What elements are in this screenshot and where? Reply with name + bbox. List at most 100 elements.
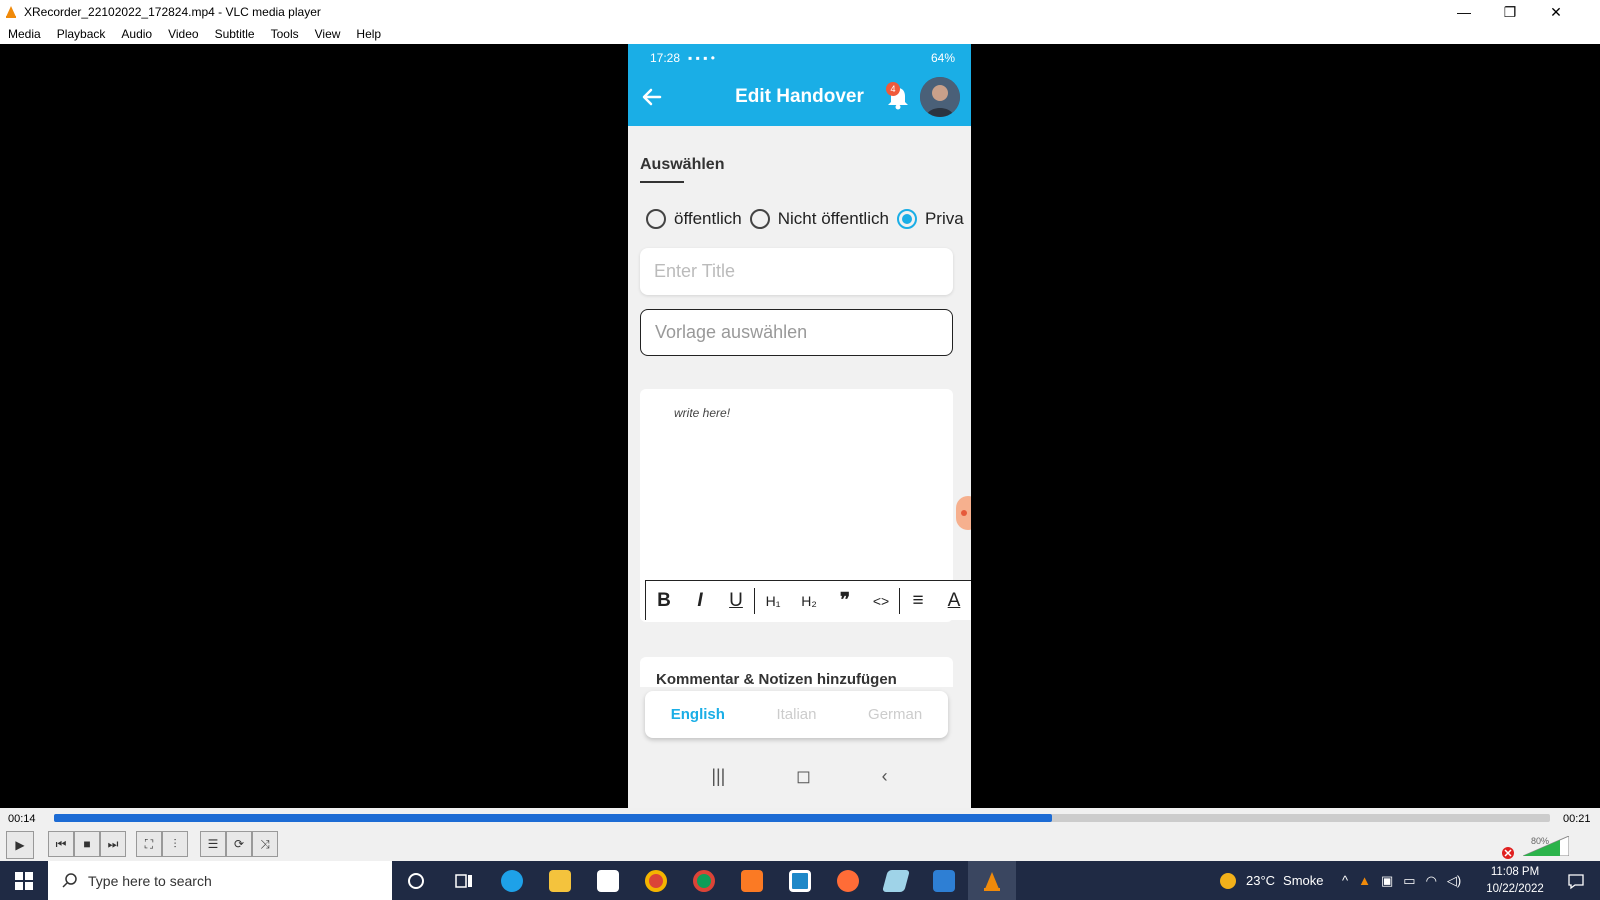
- chrome-icon[interactable]: [632, 861, 680, 900]
- store-icon[interactable]: [584, 861, 632, 900]
- loop-button[interactable]: ⟳: [226, 831, 252, 857]
- total-time: 00:21: [1563, 813, 1591, 825]
- edge-icon[interactable]: [488, 861, 536, 900]
- menu-help[interactable]: Help: [348, 27, 389, 41]
- android-nav-bar: ||| ◻ ‹: [628, 744, 971, 808]
- task-view-icon[interactable]: [440, 861, 488, 900]
- battery-icon[interactable]: ▭: [1403, 873, 1415, 889]
- menu-view[interactable]: View: [307, 27, 349, 41]
- weather-condition: Smoke: [1283, 873, 1324, 888]
- mute-icon[interactable]: [1501, 846, 1515, 860]
- menu-playback[interactable]: Playback: [49, 27, 114, 41]
- radio-not-public-label[interactable]: Nicht öffentlich: [778, 209, 889, 229]
- notifications-icon[interactable]: [1552, 861, 1600, 900]
- fullscreen-button[interactable]: ⛶: [136, 831, 162, 857]
- bold-button[interactable]: B: [646, 583, 682, 619]
- cortana-icon[interactable]: [392, 861, 440, 900]
- wifi-icon[interactable]: ◠: [1426, 873, 1437, 889]
- lang-german[interactable]: German: [868, 706, 922, 723]
- editor-toolbar: B I U H₁ H₂ ❞ <> ≡ A: [645, 580, 971, 620]
- status-time: 17:28: [650, 51, 681, 65]
- play-button[interactable]: ▶: [6, 831, 34, 859]
- weather-widget[interactable]: 23°C Smoke: [1218, 861, 1324, 900]
- tray-vlc-icon[interactable]: ▲: [1358, 873, 1371, 888]
- lang-english[interactable]: English: [671, 706, 725, 723]
- system-tray: ^ ▲ ▣ ▭ ◠ ◁): [1342, 861, 1461, 900]
- menu-tools[interactable]: Tools: [263, 27, 307, 41]
- close-button[interactable]: ✕: [1533, 0, 1579, 24]
- tray-chevron-icon[interactable]: ^: [1342, 873, 1348, 888]
- file-explorer-icon[interactable]: [536, 861, 584, 900]
- stop-button[interactable]: ■: [74, 831, 100, 857]
- radio-public[interactable]: [646, 209, 666, 229]
- extended-settings-button[interactable]: ⫶: [162, 831, 188, 857]
- minimize-button[interactable]: —: [1441, 0, 1487, 24]
- vlc-taskbar-icon[interactable]: [968, 861, 1016, 900]
- radio-public-label[interactable]: öffentlich: [674, 209, 742, 229]
- italic-button[interactable]: I: [682, 583, 718, 619]
- editor-app-icon[interactable]: [776, 861, 824, 900]
- menu-media[interactable]: Media: [0, 27, 49, 41]
- taskbar-clock[interactable]: 11:08 PM 10/22/2022: [1480, 864, 1550, 898]
- menu-bar: Media Playback Audio Video Subtitle Tool…: [0, 24, 1600, 44]
- section-underline: [640, 181, 684, 183]
- elapsed-time: 00:14: [8, 813, 36, 825]
- align-left-button[interactable]: ≡: [900, 583, 936, 619]
- code-button[interactable]: <>: [863, 583, 899, 619]
- start-button[interactable]: [0, 861, 48, 900]
- shuffle-button[interactable]: ⤨: [252, 831, 278, 857]
- recents-icon[interactable]: |||: [711, 766, 725, 787]
- menu-audio[interactable]: Audio: [113, 27, 160, 41]
- title-input[interactable]: Enter Title: [640, 248, 953, 295]
- quote-button[interactable]: ❞: [827, 583, 863, 619]
- comments-card-title: Kommentar & Notizen hinzufügen: [656, 671, 897, 687]
- heading2-button[interactable]: H₂: [791, 583, 827, 619]
- phone-screen: 17:28 ▪ ▪ ▪ • 64% Edit Handover 4 Auswäh…: [628, 44, 971, 808]
- underline-button[interactable]: U: [718, 583, 754, 619]
- seek-progress: [54, 814, 1052, 822]
- home-icon[interactable]: ◻: [796, 766, 811, 787]
- menu-subtitle[interactable]: Subtitle: [207, 27, 263, 41]
- heading1-button[interactable]: H₁: [755, 583, 791, 619]
- back-nav-icon[interactable]: ‹: [882, 766, 888, 787]
- speaker-icon[interactable]: ◁): [1447, 873, 1461, 889]
- clock-time: 11:08 PM: [1490, 866, 1540, 878]
- postman-icon[interactable]: [824, 861, 872, 900]
- xampp-icon[interactable]: [728, 861, 776, 900]
- status-icons: ▪ ▪ ▪ •: [688, 51, 715, 65]
- avatar[interactable]: [920, 77, 960, 117]
- floating-record-button[interactable]: [956, 496, 971, 530]
- notes-app-icon[interactable]: [872, 861, 920, 900]
- section-title: Auswählen: [640, 156, 725, 173]
- comments-card: Kommentar & Notizen hinzufügen: [640, 657, 953, 687]
- taskbar-search[interactable]: Type here to search: [48, 861, 392, 900]
- next-button[interactable]: ⏭: [100, 831, 126, 857]
- playlist-button[interactable]: ☰: [200, 831, 226, 857]
- tray-device-icon[interactable]: ▣: [1381, 873, 1393, 889]
- template-select[interactable]: Vorlage auswählen: [640, 309, 953, 356]
- vlc-logo-icon: [6, 6, 16, 18]
- status-battery: 64%: [930, 51, 955, 65]
- previous-button[interactable]: ⏮: [48, 831, 74, 857]
- editor-placeholder: write here!: [674, 406, 731, 420]
- volume-slider[interactable]: [1523, 836, 1569, 856]
- windows-logo-icon: [15, 871, 33, 890]
- photos-icon[interactable]: [920, 861, 968, 900]
- chrome-profile-icon[interactable]: [680, 861, 728, 900]
- search-placeholder: Type here to search: [88, 872, 212, 889]
- notification-badge: 4: [886, 82, 900, 96]
- seek-bar[interactable]: [54, 814, 1550, 822]
- language-switcher: English Italian German: [645, 691, 948, 738]
- clock-date: 10/22/2022: [1486, 883, 1544, 895]
- weather-sun-icon: [1220, 872, 1236, 889]
- radio-private-label[interactable]: Priva: [925, 209, 964, 229]
- window-title: XRecorder_22102022_172824.mp4 - VLC medi…: [24, 5, 321, 19]
- menu-video[interactable]: Video: [160, 27, 206, 41]
- search-icon: [62, 873, 77, 888]
- app-bar: Edit Handover 4: [628, 72, 971, 126]
- radio-private[interactable]: [896, 209, 917, 229]
- radio-not-public[interactable]: [749, 209, 770, 229]
- text-color-button[interactable]: A: [936, 583, 971, 619]
- lang-italian[interactable]: Italian: [776, 706, 816, 723]
- restore-button[interactable]: ❐: [1487, 0, 1533, 24]
